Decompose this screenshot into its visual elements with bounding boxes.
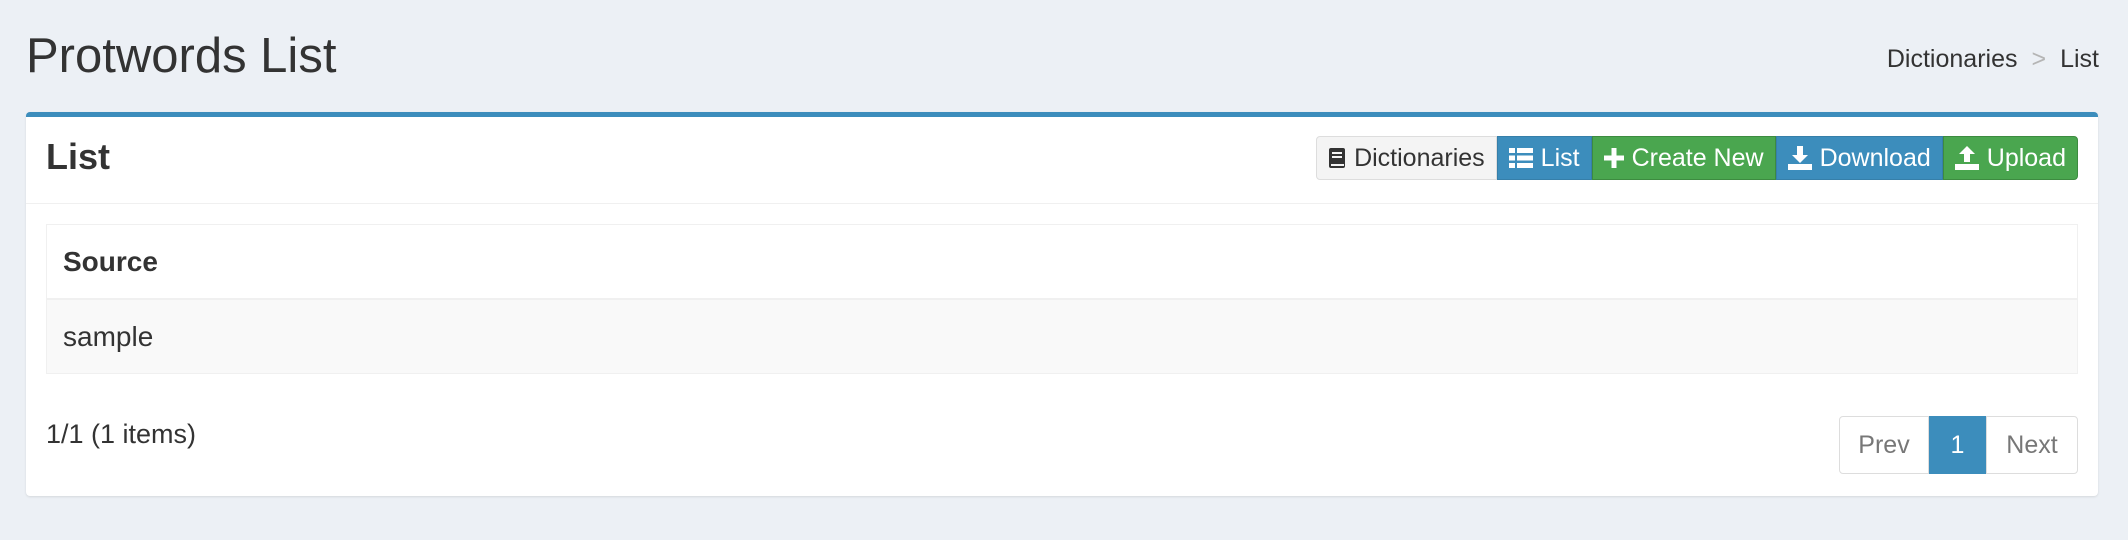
prev-page-button[interactable]: Prev: [1839, 416, 1929, 474]
protwords-table: Source sample: [46, 224, 2078, 374]
dictionaries-button[interactable]: Dictionaries: [1316, 136, 1497, 180]
breadcrumb-current: List: [2060, 45, 2099, 73]
book-icon: [1329, 148, 1346, 168]
download-button-label: Download: [1819, 143, 1931, 172]
pagination: Prev 1 Next: [1839, 416, 2078, 474]
breadcrumb: Dictionaries > List: [1887, 44, 2099, 74]
list-button-label: List: [1540, 143, 1580, 172]
table-cell-source: sample: [47, 299, 2077, 373]
table-row[interactable]: sample: [47, 299, 2077, 373]
table-header-row: Source: [47, 225, 2077, 300]
download-icon: [1787, 146, 1812, 170]
create-new-button[interactable]: Create New: [1591, 136, 1776, 180]
box-title: List: [46, 136, 111, 177]
page-title: Protwords List: [26, 29, 337, 83]
list-button[interactable]: List: [1496, 136, 1592, 180]
download-button[interactable]: Download: [1775, 136, 1943, 180]
create-new-button-label: Create New: [1631, 143, 1764, 172]
column-header-source[interactable]: Source: [47, 225, 2077, 300]
upload-button-label: Upload: [1986, 143, 2066, 172]
list-box: List Dictionaries List Create New Downlo…: [26, 112, 2098, 496]
plus-icon: [1603, 148, 1624, 168]
next-page-button[interactable]: Next: [1986, 416, 2078, 474]
box-header: List Dictionaries List Create New Downlo…: [26, 117, 2098, 204]
list-icon: [1508, 148, 1533, 168]
upload-icon: [1954, 146, 1979, 170]
upload-button[interactable]: Upload: [1942, 136, 2078, 180]
page-1-button[interactable]: 1: [1929, 416, 1986, 474]
breadcrumb-separator: >: [2031, 45, 2047, 73]
breadcrumb-link-dictionaries[interactable]: Dictionaries: [1887, 44, 2018, 74]
pagination-info: 1/1 (1 items): [46, 419, 197, 449]
page-header: Protwords List Dictionaries > List: [0, 0, 2128, 112]
toolbar: Dictionaries List Create New Download Up…: [1316, 136, 2078, 180]
dictionaries-button-label: Dictionaries: [1354, 143, 1485, 172]
